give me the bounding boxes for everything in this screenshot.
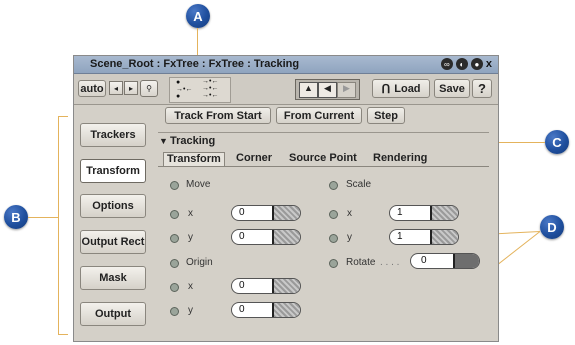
leader-b-bottom: [58, 334, 68, 335]
leader-b-mid: [28, 217, 58, 218]
tracking-panel: ▼ Tracking Transform Corner Source Point…: [158, 132, 489, 332]
load-button[interactable]: Ո Load: [372, 79, 430, 98]
scale-y-led[interactable]: [329, 234, 338, 243]
move-y-label: y: [188, 232, 193, 243]
magnet-icon: Ո: [381, 81, 391, 96]
scale-y-label: y: [347, 232, 352, 243]
origin-y-field[interactable]: 0: [231, 302, 301, 318]
move-x-label: x: [188, 208, 193, 219]
sphere-icon[interactable]: ◐: [455, 58, 468, 70]
toolbar: auto ◂ ▸ ⚲ ● →•← ● →•← →•← →•← ▲ ◀ ▶ Ո Load …: [74, 74, 498, 105]
prev-button[interactable]: ◂: [109, 81, 123, 95]
tab-divider: [158, 166, 489, 167]
close-icon[interactable]: x: [486, 58, 492, 70]
leader-b: [58, 116, 59, 335]
tab-rendering[interactable]: Rendering: [373, 152, 427, 166]
move-y-field[interactable]: 0: [231, 229, 301, 245]
rotate-label: Rotate: [346, 257, 376, 268]
auto-button[interactable]: auto: [78, 80, 106, 97]
move-label: Move: [186, 179, 211, 190]
leader-b-top: [58, 116, 68, 117]
sidebar-item-trackers[interactable]: Trackers: [80, 123, 146, 147]
origin-label: Origin: [186, 257, 213, 268]
origin-x-led[interactable]: [170, 283, 179, 292]
scale-y-field[interactable]: 1: [389, 229, 459, 245]
origin-x-field[interactable]: 0: [231, 278, 301, 294]
tab-source-point[interactable]: Source Point: [289, 152, 357, 166]
pin-icon[interactable]: ●: [470, 58, 483, 70]
track-single-icon[interactable]: ● →•← ●: [176, 79, 192, 100]
from-current-button[interactable]: From Current: [276, 107, 362, 124]
sidebar-item-mask[interactable]: Mask: [80, 266, 146, 290]
track-mode-icons: ● →•← ● →•← →•← →•←: [169, 77, 231, 103]
track-multi-icon[interactable]: →•← →•← →•←: [202, 78, 218, 99]
tracking-window: Scene_Root : FxTree : FxTree : Tracking …: [73, 55, 499, 342]
collapse-triangle-icon: ▼: [159, 136, 168, 146]
callout-c: C: [545, 130, 569, 154]
move-x-led[interactable]: [170, 210, 179, 219]
callout-b: B: [4, 205, 28, 229]
move-x-field[interactable]: 0: [231, 205, 301, 221]
back-arrow-icon[interactable]: ◀: [318, 82, 337, 98]
help-button[interactable]: ?: [472, 79, 492, 98]
origin-y-led[interactable]: [170, 307, 179, 316]
glasses-icon[interactable]: ∞: [440, 58, 453, 70]
move-y-led[interactable]: [170, 234, 179, 243]
scale-label: Scale: [346, 179, 372, 190]
rotate-dial[interactable]: [453, 254, 479, 268]
sidebar-item-output[interactable]: Output: [80, 302, 146, 326]
scale-led[interactable]: [329, 181, 338, 190]
sidebar-item-options[interactable]: Options: [80, 194, 146, 218]
title-bar: Scene_Root : FxTree : FxTree : Tracking …: [74, 56, 498, 74]
sidebar-item-transform[interactable]: Transform: [80, 159, 146, 183]
history-buttons: ▲ ◀ ▶: [295, 79, 360, 100]
tab-corner[interactable]: Corner: [236, 152, 272, 166]
next-button[interactable]: ▸: [124, 81, 138, 95]
scale-x-label: x: [347, 208, 352, 219]
origin-y-label: y: [188, 305, 193, 316]
section-title: Tracking: [170, 135, 216, 147]
scale-x-field[interactable]: 1: [389, 205, 459, 221]
rotate-led[interactable]: [329, 259, 338, 268]
origin-led[interactable]: [170, 259, 179, 268]
move-led[interactable]: [170, 181, 179, 190]
step-button[interactable]: Step: [367, 107, 405, 124]
link-icon[interactable]: ⚲: [140, 80, 158, 97]
sidebar-item-output-rect[interactable]: Output Rect: [80, 230, 146, 254]
track-from-start-button[interactable]: Track From Start: [165, 107, 271, 124]
save-button[interactable]: Save: [434, 79, 470, 98]
callout-d: D: [540, 215, 564, 239]
tab-transform[interactable]: Transform: [163, 152, 225, 167]
section-header[interactable]: ▼ Tracking: [158, 132, 489, 147]
rotate-dial-field[interactable]: 0: [410, 253, 480, 269]
up-arrow-icon[interactable]: ▲: [299, 82, 318, 98]
callout-a: A: [186, 4, 210, 28]
window-title: Scene_Root : FxTree : FxTree : Tracking: [90, 58, 300, 70]
title-bar-icons: ∞ ◐ ● x: [440, 58, 492, 70]
origin-x-label: x: [188, 281, 193, 292]
forward-arrow-icon[interactable]: ▶: [337, 82, 356, 98]
scale-x-led[interactable]: [329, 210, 338, 219]
rotate-dots: . . . .: [380, 257, 400, 268]
